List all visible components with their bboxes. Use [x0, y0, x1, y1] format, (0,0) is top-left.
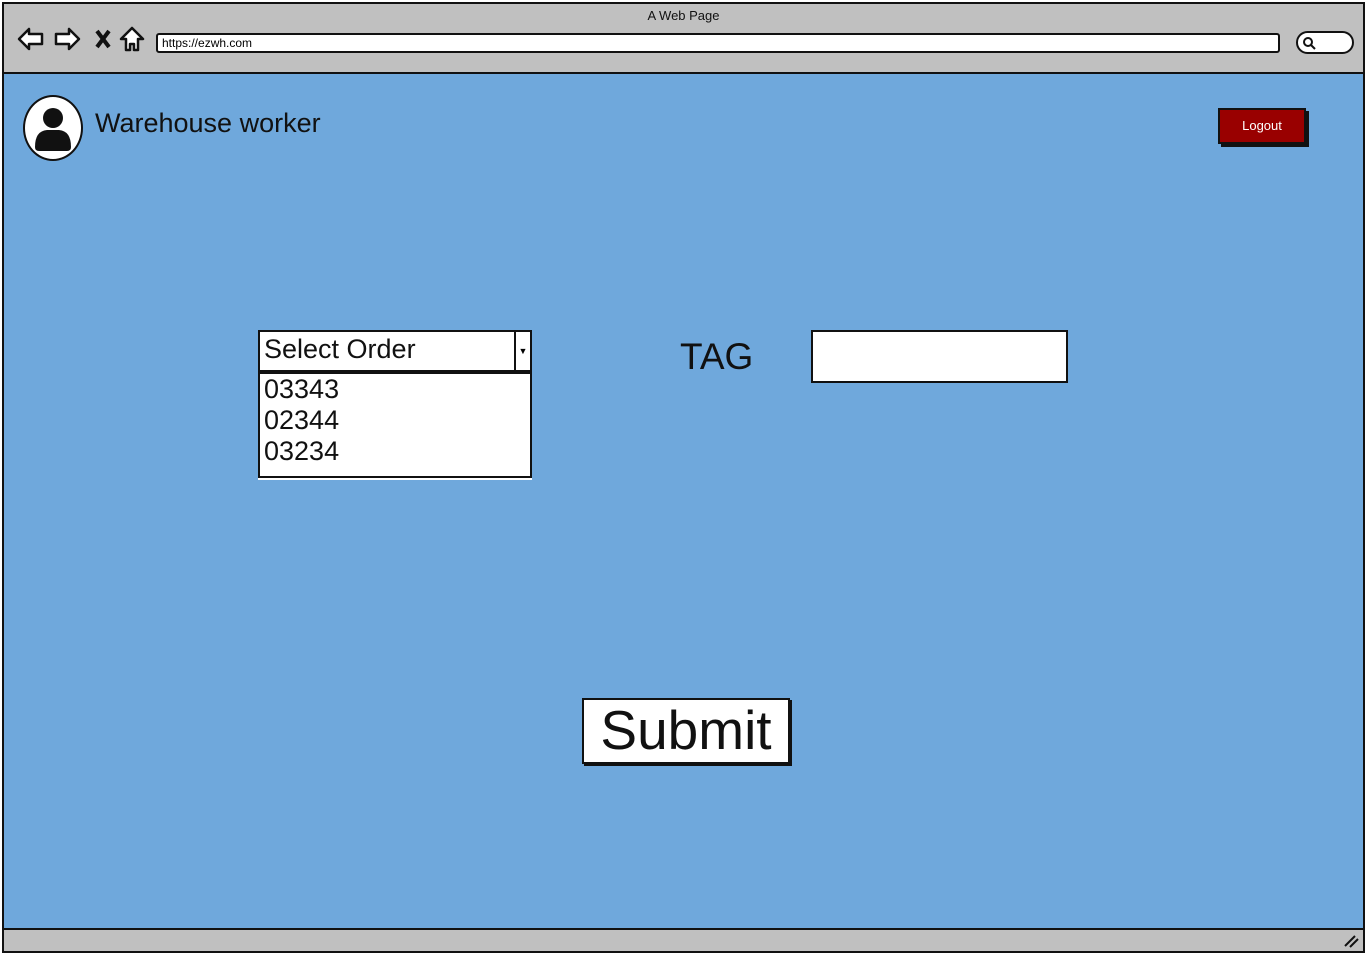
close-icon[interactable] [88, 24, 118, 54]
browser-toolbar: A Web Page https://ezwh.com [4, 4, 1363, 74]
status-bar [4, 928, 1363, 951]
url-bar[interactable]: https://ezwh.com [156, 33, 1280, 53]
home-icon[interactable] [117, 24, 147, 54]
tag-input[interactable] [811, 330, 1068, 383]
order-select-label: Select Order [264, 334, 416, 364]
order-option[interactable]: 03234 [260, 436, 530, 467]
chevron-down-icon[interactable]: ▼ [514, 332, 530, 370]
order-option[interactable]: 02344 [260, 405, 530, 436]
search-icon [1303, 37, 1316, 50]
back-icon[interactable] [16, 24, 46, 54]
browser-window: A Web Page https://ezwh.com Warehouse wo… [2, 2, 1365, 953]
resize-grip-icon[interactable] [1343, 934, 1359, 948]
submit-button[interactable]: Submit [582, 698, 790, 764]
order-options-list: 03343 02344 03234 [258, 372, 532, 478]
user-icon [35, 108, 71, 151]
order-option[interactable]: 03343 [260, 374, 530, 405]
page-content: Warehouse worker Logout Select Order ▼ 0… [4, 74, 1363, 928]
user-role-title: Warehouse worker [95, 108, 321, 138]
browser-search[interactable] [1296, 31, 1354, 54]
tag-label: TAG [680, 336, 754, 377]
forward-icon[interactable] [52, 24, 82, 54]
order-select[interactable]: Select Order ▼ [258, 330, 532, 372]
window-title: A Web Page [647, 8, 720, 23]
logout-button[interactable]: Logout [1218, 108, 1306, 144]
avatar [23, 95, 83, 161]
